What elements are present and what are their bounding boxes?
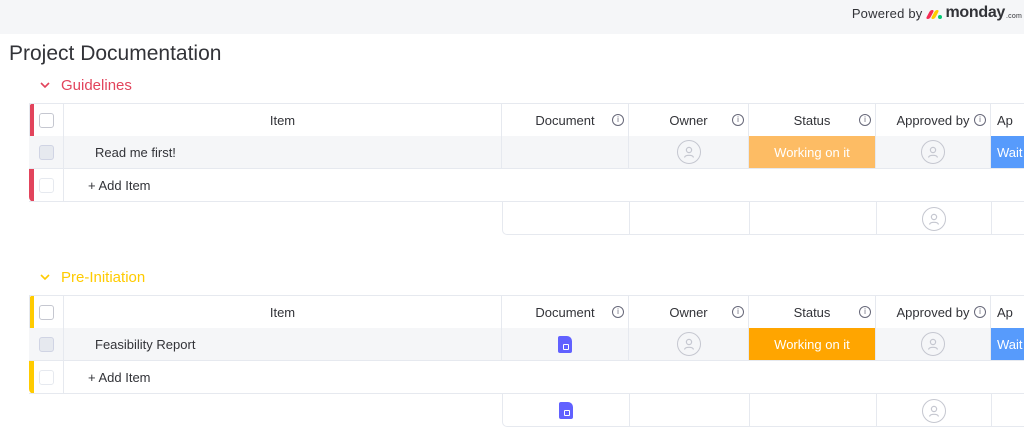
table-header-row: Item Document i Owner i Status i Approved b… xyxy=(29,103,1024,137)
add-row-select xyxy=(29,169,64,202)
header-select-all[interactable] xyxy=(29,104,64,137)
approved-by-cell[interactable] xyxy=(876,328,991,361)
table-row[interactable]: Feasibility Report Working on it Wait xyxy=(29,328,1024,361)
add-row-checkbox xyxy=(38,369,54,385)
column-header-status[interactable]: Status i xyxy=(749,296,876,329)
document-icon[interactable] xyxy=(558,335,572,353)
owner-cell[interactable] xyxy=(629,328,749,361)
powered-by-label: Powered by xyxy=(851,5,923,21)
column-header-status[interactable]: Status i xyxy=(749,104,876,137)
summary-approved-by xyxy=(877,202,992,235)
chevron-down-icon[interactable] xyxy=(38,271,52,285)
person-icon[interactable] xyxy=(921,140,945,164)
monday-logo-word: monday xyxy=(945,4,1006,21)
add-row-checkbox xyxy=(38,177,54,193)
document-cell[interactable] xyxy=(502,328,629,361)
owner-cell[interactable] xyxy=(629,136,749,169)
summary-status xyxy=(750,394,877,427)
person-icon[interactable] xyxy=(676,332,701,356)
approved-by-cell[interactable] xyxy=(876,136,991,169)
add-row-select xyxy=(29,361,64,394)
column-header-item[interactable]: Item xyxy=(64,104,502,137)
monday-logo-suffix: .com xyxy=(1006,12,1022,20)
info-icon[interactable]: i xyxy=(974,306,986,318)
add-item-button[interactable]: + Add Item xyxy=(64,361,1024,394)
table-header-row: Item Document i Owner i Status i Approved b… xyxy=(29,295,1024,329)
chevron-down-icon[interactable] xyxy=(38,79,52,93)
add-item-button[interactable]: + Add Item xyxy=(64,169,1024,202)
row-checkbox[interactable] xyxy=(38,336,54,352)
summary-owner xyxy=(630,394,750,427)
summary-next xyxy=(992,202,1024,235)
add-item-row[interactable]: + Add Item xyxy=(29,169,1024,202)
row-select[interactable] xyxy=(29,136,64,169)
info-icon[interactable]: i xyxy=(974,114,986,126)
column-header-next[interactable]: Ap xyxy=(991,104,1024,137)
group-header[interactable]: Pre-Initiation xyxy=(38,269,145,286)
summary-status xyxy=(750,202,877,235)
group-title[interactable]: Pre-Initiation xyxy=(61,269,145,286)
column-header-approved-by[interactable]: Approved by i xyxy=(876,296,991,329)
person-icon xyxy=(922,206,946,231)
monday-logo: monday .com xyxy=(926,4,1022,22)
item-name-cell[interactable]: Feasibility Report xyxy=(64,328,502,361)
summary-document xyxy=(503,394,630,427)
status-cell[interactable]: Working on it xyxy=(749,136,876,169)
document-cell[interactable] xyxy=(502,136,629,169)
row-select[interactable] xyxy=(29,328,64,361)
person-icon[interactable] xyxy=(921,332,945,356)
item-name-cell[interactable]: Read me first! xyxy=(64,136,502,169)
select-all-checkbox[interactable] xyxy=(39,112,54,128)
top-bar: Powered by monday .com xyxy=(0,0,1024,34)
row-checkbox[interactable] xyxy=(38,144,54,160)
info-icon[interactable]: i xyxy=(732,306,744,318)
powered-by[interactable]: Powered by monday .com xyxy=(852,4,1022,22)
column-header-owner[interactable]: Owner i xyxy=(629,104,749,137)
summary-next xyxy=(992,394,1024,427)
column-header-document[interactable]: Document i xyxy=(502,296,629,329)
table-row[interactable]: Read me first! Working on it Wait xyxy=(29,136,1024,169)
person-icon xyxy=(922,398,946,423)
column-header-document[interactable]: Document i xyxy=(502,104,629,137)
status-cell[interactable]: Working on it xyxy=(749,328,876,361)
summary-row xyxy=(502,202,1024,235)
status-label[interactable]: Working on it xyxy=(749,136,875,168)
info-icon[interactable]: i xyxy=(859,306,871,318)
info-icon[interactable]: i xyxy=(732,114,744,126)
next-status-cell[interactable]: Wait xyxy=(991,136,1024,169)
select-all-checkbox[interactable] xyxy=(39,304,54,320)
summary-owner xyxy=(630,202,750,235)
group-title[interactable]: Guidelines xyxy=(61,77,132,94)
column-header-approved-by[interactable]: Approved by i xyxy=(876,104,991,137)
next-status-cell[interactable]: Wait xyxy=(991,328,1024,361)
group-header[interactable]: Guidelines xyxy=(38,77,132,94)
column-header-owner[interactable]: Owner i xyxy=(629,296,749,329)
status-label[interactable]: Working on it xyxy=(749,328,875,360)
summary-document xyxy=(503,202,630,235)
document-icon xyxy=(559,402,573,419)
column-header-item[interactable]: Item xyxy=(64,296,502,329)
info-icon[interactable]: i xyxy=(859,114,871,126)
column-header-next[interactable]: Ap xyxy=(991,296,1024,329)
header-select-all[interactable] xyxy=(29,296,64,329)
add-item-row[interactable]: + Add Item xyxy=(29,361,1024,394)
person-icon[interactable] xyxy=(676,140,701,164)
info-icon[interactable]: i xyxy=(612,114,624,126)
page-title: Project Documentation xyxy=(9,42,222,65)
summary-row xyxy=(502,394,1024,427)
monday-logo-icon xyxy=(926,7,943,19)
summary-approved-by xyxy=(877,394,992,427)
info-icon[interactable]: i xyxy=(612,306,624,318)
